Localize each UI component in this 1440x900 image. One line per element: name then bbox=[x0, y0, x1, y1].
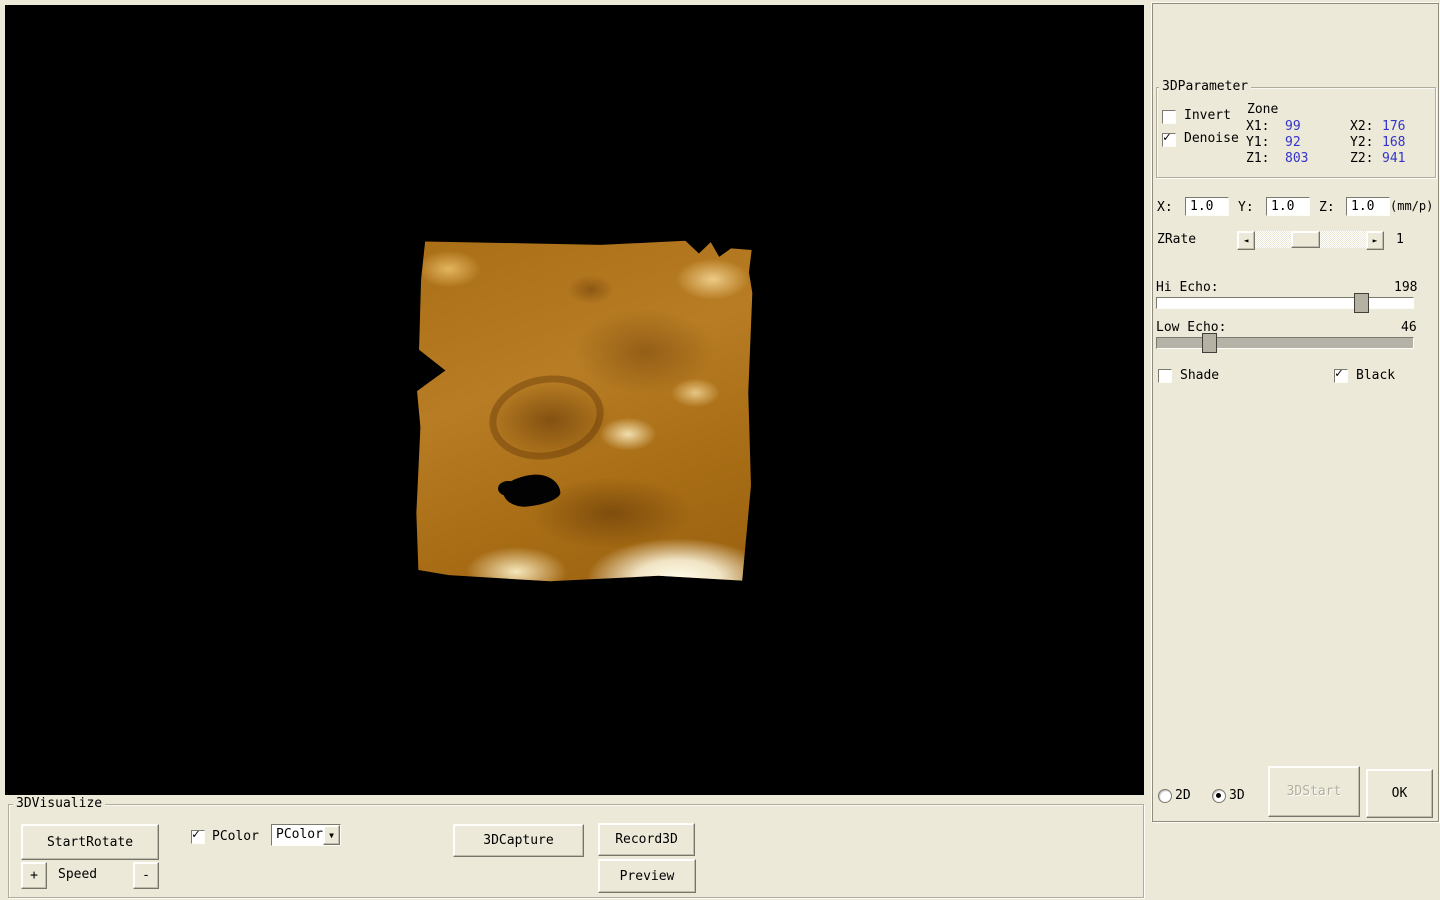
speed-label: Speed bbox=[58, 867, 97, 882]
check-icon: ✓ bbox=[1163, 131, 1171, 144]
zrate-value: 1 bbox=[1396, 232, 1404, 247]
scale-y-input[interactable]: 1.0 bbox=[1266, 197, 1310, 216]
check-icon: ✓ bbox=[192, 828, 200, 841]
3dstart-button: 3DStart bbox=[1268, 766, 1360, 817]
parameter-groupbox: 3DParameter Invert ✓ Denoise Zone X1: 99… bbox=[1156, 87, 1436, 178]
shade-checkbox[interactable] bbox=[1158, 369, 1172, 383]
zone-z2-value: 941 bbox=[1382, 151, 1405, 166]
arrow-right-icon: ► bbox=[1373, 237, 1378, 245]
zone-z2-label: Z2: bbox=[1350, 151, 1373, 166]
zrate-scrollbar[interactable]: ◄ ► bbox=[1237, 231, 1384, 248]
zone-label: Zone bbox=[1247, 102, 1278, 117]
scale-x-label: X: bbox=[1157, 200, 1173, 215]
scan-dark-ring bbox=[483, 366, 611, 468]
zone-y1-value: 92 bbox=[1285, 135, 1301, 150]
black-checkbox[interactable]: ✓ bbox=[1334, 369, 1348, 383]
radio-dot bbox=[1216, 793, 1221, 798]
invert-label: Invert bbox=[1184, 108, 1231, 123]
zone-z1-label: Z1: bbox=[1246, 151, 1269, 166]
zone-x2-value: 176 bbox=[1382, 119, 1405, 134]
scale-z-label: Z: bbox=[1319, 200, 1335, 215]
zone-y2-label: Y2: bbox=[1350, 135, 1373, 150]
hi-echo-slider-thumb[interactable] bbox=[1354, 293, 1369, 313]
mode-2d-radio[interactable] bbox=[1158, 789, 1172, 803]
render-viewport[interactable] bbox=[5, 5, 1144, 795]
3dcapture-button[interactable]: 3DCapture bbox=[453, 824, 584, 857]
zone-x2-label: X2: bbox=[1350, 119, 1373, 134]
denoise-checkbox[interactable]: ✓ bbox=[1162, 133, 1176, 147]
low-echo-value: 46 bbox=[1401, 320, 1417, 335]
parameter-panel: 3DParameter Invert ✓ Denoise Zone X1: 99… bbox=[1152, 3, 1439, 822]
visualize-groupbox: 3DVisualize StartRotate + Speed - ✓ PCol… bbox=[8, 804, 1144, 898]
zone-y2-value: 168 bbox=[1382, 135, 1405, 150]
pcolor-checkbox[interactable]: ✓ bbox=[191, 830, 205, 844]
speed-minus-button[interactable]: - bbox=[133, 862, 159, 889]
zrate-scroll-left-button[interactable]: ◄ bbox=[1237, 231, 1255, 250]
zone-x1-value: 99 bbox=[1285, 119, 1301, 134]
pcolor-dropdown-value: PColor bbox=[272, 825, 323, 845]
low-echo-slider[interactable] bbox=[1156, 337, 1414, 349]
check-icon: ✓ bbox=[1335, 367, 1343, 380]
denoise-label: Denoise bbox=[1184, 131, 1239, 146]
start-rotate-button[interactable]: StartRotate bbox=[21, 824, 159, 860]
pcolor-label: PColor bbox=[212, 829, 259, 844]
zrate-scroll-right-button[interactable]: ► bbox=[1366, 231, 1384, 250]
parameter-group-title: 3DParameter bbox=[1159, 79, 1251, 94]
hi-echo-slider[interactable] bbox=[1156, 297, 1414, 309]
chevron-down-icon[interactable]: ▼ bbox=[323, 825, 340, 845]
ultrasound-volume-render bbox=[415, 238, 753, 582]
scale-unit-label: (mm/p) bbox=[1390, 199, 1433, 213]
black-label: Black bbox=[1356, 368, 1395, 383]
zone-x1-label: X1: bbox=[1246, 119, 1269, 134]
zone-y1-label: Y1: bbox=[1246, 135, 1269, 150]
mode-3d-radio[interactable] bbox=[1212, 789, 1226, 803]
hi-echo-value: 198 bbox=[1394, 280, 1417, 295]
pcolor-dropdown[interactable]: PColor ▼ bbox=[271, 824, 341, 846]
record3d-button[interactable]: Record3D bbox=[598, 823, 695, 856]
zrate-label: ZRate bbox=[1157, 232, 1196, 247]
application-window: 3DParameter Invert ✓ Denoise Zone X1: 99… bbox=[0, 0, 1440, 900]
scan-black-cavity-tail bbox=[498, 481, 518, 496]
zrate-scroll-track[interactable] bbox=[1255, 231, 1366, 248]
ok-button[interactable]: OK bbox=[1366, 769, 1433, 818]
arrow-left-icon: ◄ bbox=[1244, 237, 1249, 245]
scale-z-input[interactable]: 1.0 bbox=[1346, 197, 1390, 216]
mode-3d-label: 3D bbox=[1229, 788, 1245, 803]
mode-2d-label: 2D bbox=[1175, 788, 1191, 803]
scale-y-label: Y: bbox=[1238, 200, 1254, 215]
hi-echo-label: Hi Echo: bbox=[1156, 280, 1219, 295]
speed-plus-button[interactable]: + bbox=[21, 862, 47, 889]
visualize-group-title: 3DVisualize bbox=[13, 796, 105, 811]
shade-label: Shade bbox=[1180, 368, 1219, 383]
invert-checkbox[interactable] bbox=[1162, 110, 1176, 124]
preview-button[interactable]: Preview bbox=[598, 859, 696, 893]
low-echo-slider-thumb[interactable] bbox=[1202, 333, 1217, 353]
zone-z1-value: 803 bbox=[1285, 151, 1308, 166]
scale-x-input[interactable]: 1.0 bbox=[1185, 197, 1229, 216]
zrate-scroll-thumb[interactable] bbox=[1291, 231, 1320, 248]
